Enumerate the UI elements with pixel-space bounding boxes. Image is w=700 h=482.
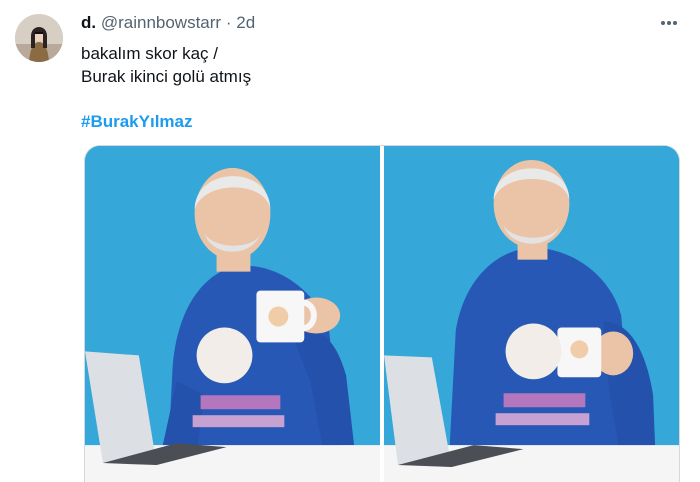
tweet-header: d. @rainnbowstarr · 2d xyxy=(81,12,255,34)
photo-right-illustration xyxy=(384,146,679,482)
tweet-text-line: Burak ikinci golü atmış xyxy=(81,67,252,86)
tweet-media xyxy=(84,145,680,482)
separator-dot: · xyxy=(225,13,232,32)
user-handle[interactable]: @rainnbowstarr xyxy=(101,13,221,32)
photo-right[interactable] xyxy=(384,146,679,482)
photo-left-illustration xyxy=(85,146,380,482)
photo-left[interactable] xyxy=(85,146,380,482)
tweet: d. @rainnbowstarr · 2d bakalım skor kaç … xyxy=(0,0,700,482)
display-name[interactable]: d. xyxy=(81,13,96,32)
avatar-image xyxy=(15,14,63,62)
more-options-button[interactable] xyxy=(652,10,686,36)
avatar[interactable] xyxy=(15,14,63,62)
timestamp[interactable]: 2d xyxy=(236,13,255,32)
more-horizontal-icon xyxy=(661,21,677,25)
tweet-text-line: bakalım skor kaç / xyxy=(81,44,218,63)
hashtag-link[interactable]: #BurakYılmaz xyxy=(81,110,193,133)
tweet-text: bakalım skor kaç / Burak ikinci golü atm… xyxy=(81,42,251,88)
